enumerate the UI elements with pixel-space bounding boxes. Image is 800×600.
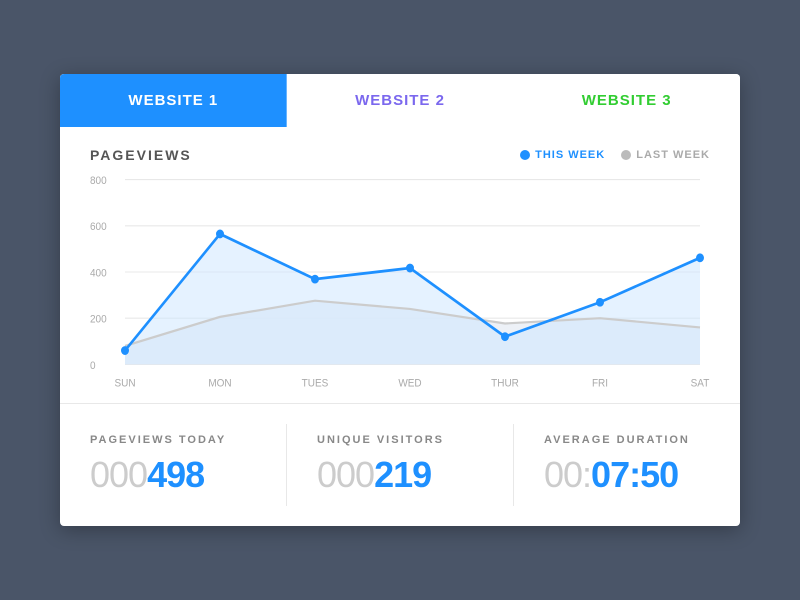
chart-title: PAGEVIEWS: [90, 147, 192, 163]
svg-text:FRI: FRI: [592, 377, 608, 390]
svg-text:400: 400: [90, 267, 107, 280]
legend-this-week: THIS WEEK: [520, 149, 605, 161]
svg-text:THUR: THUR: [491, 377, 519, 390]
stat-visitors-number: 219: [374, 454, 431, 496]
chart-section: PAGEVIEWS THIS WEEK LAST WEEK 800 600 40…: [60, 127, 740, 404]
stat-visitors-value: 000 219: [317, 454, 483, 496]
dot-sun: [121, 346, 129, 355]
dot-sat: [696, 253, 704, 262]
legend-label-last-week: LAST WEEK: [636, 149, 710, 161]
svg-text:TUES: TUES: [302, 377, 329, 390]
svg-text:SUN: SUN: [114, 377, 135, 390]
svg-text:WED: WED: [398, 377, 422, 390]
stat-duration-number: 07:50: [591, 454, 678, 496]
stat-pageviews: PAGEVIEWS TODAY 000 498: [60, 424, 287, 506]
legend-dot-this-week: [520, 150, 530, 160]
chart-area: 800 600 400 200 0: [90, 173, 710, 393]
dot-wed: [406, 264, 414, 273]
stat-visitors-prefix: 000: [317, 454, 374, 496]
stat-visitors: UNIQUE VISITORS 000 219: [287, 424, 514, 506]
svg-text:0: 0: [90, 359, 96, 372]
website-tabs: WEBSITE 1 WEBSITE 2 WEBSITE 3: [60, 74, 740, 127]
svg-text:MON: MON: [208, 377, 231, 390]
stat-duration-prefix: 00:: [544, 454, 591, 496]
svg-text:SAT: SAT: [691, 377, 710, 390]
tab-website3[interactable]: WEBSITE 3: [513, 74, 740, 127]
dot-thur: [501, 332, 509, 341]
chart-svg: 800 600 400 200 0: [90, 173, 710, 393]
svg-text:200: 200: [90, 313, 107, 326]
svg-text:600: 600: [90, 221, 107, 234]
this-week-area: [125, 234, 700, 364]
svg-text:800: 800: [90, 175, 107, 188]
stat-duration-value: 00: 07:50: [544, 454, 710, 496]
chart-legend: THIS WEEK LAST WEEK: [520, 149, 710, 161]
stats-section: PAGEVIEWS TODAY 000 498 UNIQUE VISITORS …: [60, 404, 740, 526]
stat-duration-label: AVERAGE DURATION: [544, 434, 710, 446]
chart-header: PAGEVIEWS THIS WEEK LAST WEEK: [90, 147, 710, 163]
dot-fri: [596, 298, 604, 307]
dot-tues: [311, 275, 319, 284]
dashboard-card: WEBSITE 1 WEBSITE 2 WEBSITE 3 PAGEVIEWS …: [60, 74, 740, 526]
legend-last-week: LAST WEEK: [621, 149, 710, 161]
tab-website1[interactable]: WEBSITE 1: [60, 74, 287, 127]
legend-label-this-week: THIS WEEK: [535, 149, 605, 161]
legend-dot-last-week: [621, 150, 631, 160]
stat-duration: AVERAGE DURATION 00: 07:50: [514, 424, 740, 506]
dot-mon: [216, 230, 224, 239]
stat-pageviews-prefix: 000: [90, 454, 147, 496]
stat-visitors-label: UNIQUE VISITORS: [317, 434, 483, 446]
stat-pageviews-label: PAGEVIEWS TODAY: [90, 434, 256, 446]
tab-website2[interactable]: WEBSITE 2: [287, 74, 514, 127]
stat-pageviews-value: 000 498: [90, 454, 256, 496]
stat-pageviews-number: 498: [147, 454, 204, 496]
